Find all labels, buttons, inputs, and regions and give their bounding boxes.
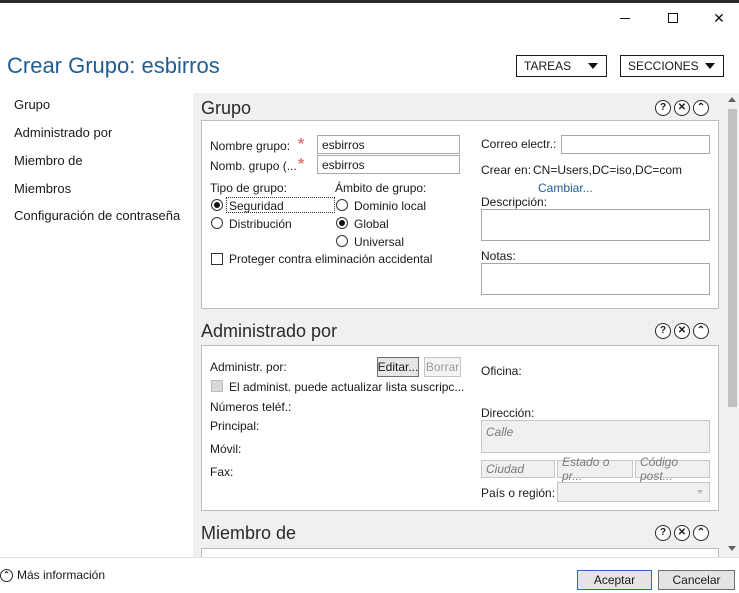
help-icon[interactable]: ? — [655, 323, 671, 339]
help-icon[interactable]: ? — [655, 100, 671, 116]
clear-manager-button[interactable]: Borrar — [424, 357, 461, 377]
header: Crear Grupo: esbirros TAREAS SECCIONES — [0, 33, 739, 93]
scope-domain-local-radio[interactable] — [336, 199, 348, 211]
change-location-link[interactable]: Cambiar... — [538, 181, 593, 195]
nav-item-configuracion-contrasena[interactable]: Configuración de contraseña — [14, 208, 180, 223]
collapse-icon[interactable]: ⌃ — [693, 525, 709, 541]
scope-global-label[interactable]: Global — [354, 217, 389, 231]
scope-universal-radio[interactable] — [336, 235, 348, 247]
manager-can-update-checkbox[interactable] — [211, 380, 223, 392]
group-type-distribution-label[interactable]: Distribución — [229, 217, 292, 231]
close-section-icon[interactable]: ✕ — [674, 323, 690, 339]
grupo-panel: Nombre grupo: * esbirros Nomb. grupo (..… — [201, 120, 719, 309]
nav-item-miembros[interactable]: Miembros — [14, 181, 71, 196]
maximize-button[interactable] — [650, 3, 696, 33]
address-label: Dirección: — [481, 406, 535, 420]
description-label: Descripción: — [481, 195, 548, 209]
collapse-icon[interactable]: ⌃ — [693, 323, 709, 339]
tasks-dropdown[interactable]: TAREAS — [516, 55, 607, 77]
title-bar: ✕ — [0, 3, 739, 33]
expand-up-icon: ⌃ — [0, 568, 13, 582]
country-label: País o región: — [481, 486, 556, 500]
required-icon: * — [298, 156, 305, 173]
sections-dropdown[interactable]: SECCIONES — [620, 55, 724, 77]
scope-global-radio[interactable] — [336, 217, 348, 229]
footer: ⌃ Más información Aceptar Cancelar — [0, 557, 739, 593]
section-title-miembro-de: Miembro de — [201, 523, 297, 543]
city-input[interactable]: Ciudad — [481, 460, 555, 478]
protect-deletion-checkbox[interactable] — [211, 253, 223, 265]
notes-input[interactable] — [481, 263, 710, 295]
grupo-section-controls: ? ✕ ⌃ — [655, 100, 709, 116]
group-type-distribution-radio[interactable] — [211, 217, 223, 229]
member-of-panel — [201, 548, 719, 557]
page-title: Crear Grupo: esbirros — [7, 53, 220, 78]
chevron-down-icon — [697, 490, 703, 494]
description-input[interactable] — [481, 209, 710, 241]
postal-code-input[interactable]: Código post... — [635, 455, 710, 483]
nav-item-miembro-de[interactable]: Miembro de — [14, 153, 83, 168]
edit-manager-button[interactable]: Editar... — [377, 357, 419, 377]
vertical-scrollbar[interactable] — [725, 93, 739, 557]
close-window-button[interactable]: ✕ — [696, 3, 739, 33]
more-info-toggle[interactable]: ⌃ Más información — [0, 568, 105, 582]
scroll-up-icon[interactable] — [728, 97, 736, 102]
collapse-icon[interactable]: ⌃ — [693, 100, 709, 116]
notes-label: Notas: — [481, 249, 516, 263]
scope-universal-label[interactable]: Universal — [354, 235, 404, 249]
maximize-icon — [668, 13, 678, 23]
section-title-grupo: Grupo — [201, 98, 252, 118]
managed-by-section-controls: ? ✕ ⌃ — [655, 323, 709, 339]
email-label: Correo electr.: — [481, 137, 557, 151]
fax-label: Fax: — [210, 465, 234, 479]
tasks-label: TAREAS — [524, 59, 572, 73]
minimize-button[interactable] — [602, 3, 648, 33]
member-of-section-controls: ? ✕ ⌃ — [655, 525, 709, 541]
state-input[interactable]: Estado o pr... — [557, 455, 633, 483]
minimize-icon — [620, 17, 630, 19]
managed-by-label: Administr. por: — [210, 360, 287, 374]
group-name-pre2000-label: Nomb. grupo (... — [210, 159, 297, 173]
more-info-label: Más información — [17, 568, 106, 582]
group-name-label: Nombre grupo: — [210, 139, 291, 153]
mobile-phone-label: Móvil: — [210, 442, 242, 456]
scope-domain-local-label[interactable]: Dominio local — [354, 199, 426, 213]
create-in-label: Crear en: — [481, 163, 532, 177]
scroll-down-icon[interactable] — [728, 546, 736, 551]
close-icon: ✕ — [713, 9, 725, 26]
nav-item-administrado-por[interactable]: Administrado por — [14, 125, 112, 140]
accept-button[interactable]: Aceptar — [577, 570, 652, 590]
required-icon: * — [298, 136, 305, 153]
help-icon[interactable]: ? — [655, 525, 671, 541]
group-type-security-radio[interactable] — [211, 199, 223, 211]
managed-by-panel: Administr. por: Editar... Borrar El admi… — [201, 345, 719, 511]
phone-numbers-label: Números teléf.: — [210, 400, 292, 414]
caret-down-icon — [705, 63, 715, 69]
scrollbar-thumb[interactable] — [728, 109, 737, 407]
group-type-security-label[interactable]: Seguridad — [229, 199, 284, 213]
sections-label: SECCIONES — [628, 59, 699, 73]
create-in-value: CN=Users,DC=iso,DC=com — [533, 163, 683, 177]
close-section-icon[interactable]: ✕ — [674, 100, 690, 116]
office-label: Oficina: — [481, 364, 522, 378]
email-input[interactable] — [561, 135, 710, 154]
section-title-administrado-por: Administrado por — [201, 321, 338, 341]
street-input[interactable]: Calle — [481, 420, 710, 453]
cancel-button[interactable]: Cancelar — [658, 570, 735, 590]
nav-item-grupo[interactable]: Grupo — [14, 97, 50, 112]
close-section-icon[interactable]: ✕ — [674, 525, 690, 541]
group-type-label: Tipo de grupo: — [210, 181, 287, 195]
manager-can-update-label: El administ. puede actualizar lista susc… — [229, 380, 465, 394]
caret-down-icon — [588, 63, 598, 69]
group-name-input[interactable]: esbirros — [317, 135, 460, 154]
country-dropdown[interactable] — [557, 482, 710, 502]
main-phone-label: Principal: — [210, 419, 260, 433]
group-name-pre2000-input[interactable]: esbirros — [317, 155, 460, 174]
protect-deletion-label[interactable]: Proteger contra eliminación accidental — [229, 252, 432, 266]
group-scope-label: Ámbito de grupo: — [335, 181, 427, 195]
content-area: Grupo ? ✕ ⌃ Nombre grupo: * esbirros Nom… — [193, 93, 725, 557]
